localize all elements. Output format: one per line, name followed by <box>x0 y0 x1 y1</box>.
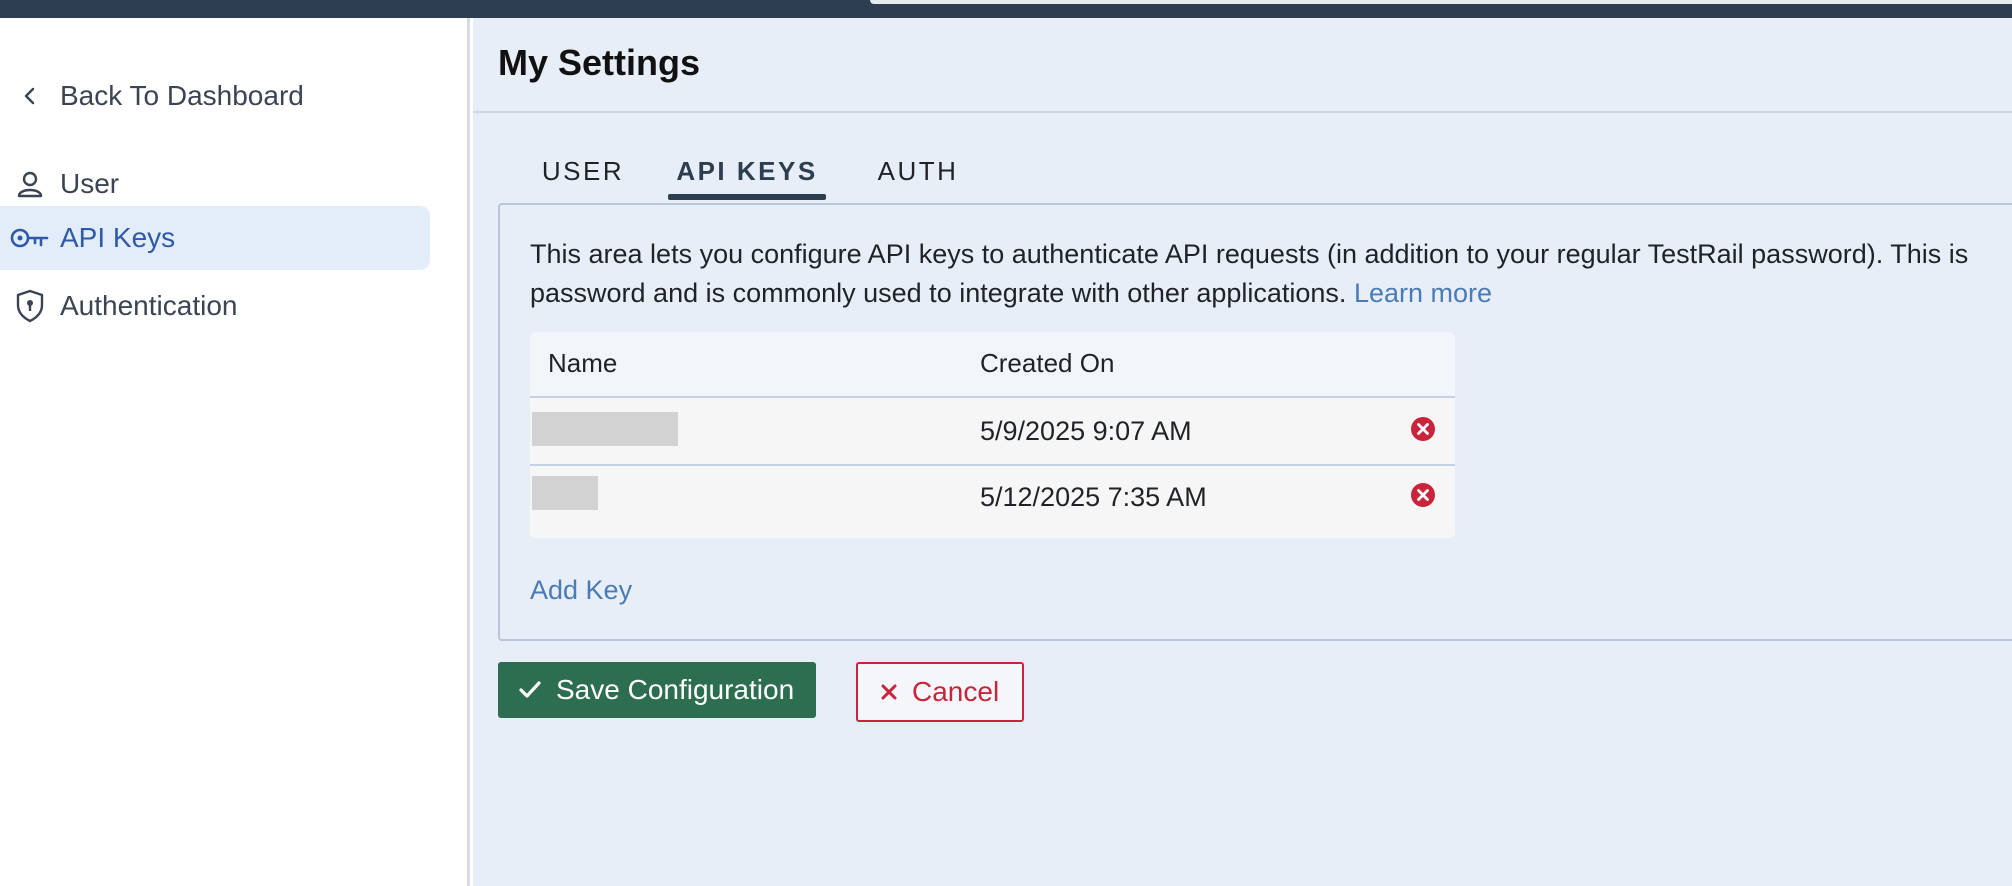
save-configuration-button[interactable]: Save Configuration <box>498 662 816 718</box>
close-icon <box>880 683 898 701</box>
description-text: password and is commonly used to integra… <box>530 278 1347 308</box>
redacted-key-name <box>532 476 598 510</box>
api-keys-panel: This area lets you configure API keys to… <box>498 203 2012 641</box>
tab-user[interactable]: USER <box>538 156 628 202</box>
close-circle-icon <box>1411 483 1435 507</box>
page-title: My Settings <box>498 42 701 83</box>
table-row: 5/12/2025 7:35 AM <box>530 468 1455 536</box>
key-icon <box>8 216 52 260</box>
learn-more-link[interactable]: Learn more <box>1354 278 1492 308</box>
sidebar-item-api-keys[interactable]: API Keys <box>0 206 430 270</box>
created-on-cell: 5/9/2025 9:07 AM <box>980 416 1192 446</box>
column-header-name: Name <box>548 348 618 378</box>
back-to-dashboard-label: Back To Dashboard <box>60 80 304 111</box>
description-line-1: This area lets you configure API keys to… <box>530 239 1969 269</box>
sidebar-item-authentication[interactable]: Authentication <box>0 274 430 338</box>
sidebar-item-label: API Keys <box>60 222 176 253</box>
top-bar-accent <box>870 0 2012 4</box>
table-header: Name Created On <box>530 332 1455 398</box>
shield-lock-icon <box>8 284 52 328</box>
cancel-button[interactable]: Cancel <box>856 662 1024 722</box>
save-configuration-label: Save Configuration <box>556 674 795 705</box>
sidebar-item-label: User <box>60 168 120 199</box>
main-content: My Settings USER API KEYS AUTH This area… <box>473 18 2012 886</box>
table-row: 5/9/2025 9:07 AM <box>530 398 1455 466</box>
chevron-left-icon <box>8 74 52 118</box>
delete-key-button[interactable] <box>1410 416 1436 442</box>
api-keys-description: This area lets you configure API keys to… <box>530 235 2012 313</box>
sidebar: Back To Dashboard User API Keys Authenti… <box>0 18 470 886</box>
back-to-dashboard-link[interactable]: Back To Dashboard <box>0 64 430 128</box>
redacted-key-name <box>532 412 678 446</box>
active-tab-indicator <box>668 194 826 200</box>
cancel-label: Cancel <box>912 676 1000 707</box>
description-line-2: password and is commonly used to integra… <box>530 274 2012 313</box>
created-on-cell: 5/12/2025 7:35 AM <box>980 482 1207 512</box>
sidebar-item-label: Authentication <box>60 290 238 321</box>
column-header-created-on: Created On <box>980 348 1115 378</box>
api-keys-table: Name Created On 5/9/2025 9:07 AM 5/12/20… <box>530 332 1455 538</box>
title-divider <box>473 111 2012 113</box>
check-icon <box>518 680 542 700</box>
user-icon <box>8 162 52 206</box>
delete-key-button[interactable] <box>1410 482 1436 508</box>
tab-auth[interactable]: AUTH <box>873 156 963 202</box>
add-key-link[interactable]: Add Key <box>530 575 632 606</box>
close-circle-icon <box>1411 417 1435 441</box>
